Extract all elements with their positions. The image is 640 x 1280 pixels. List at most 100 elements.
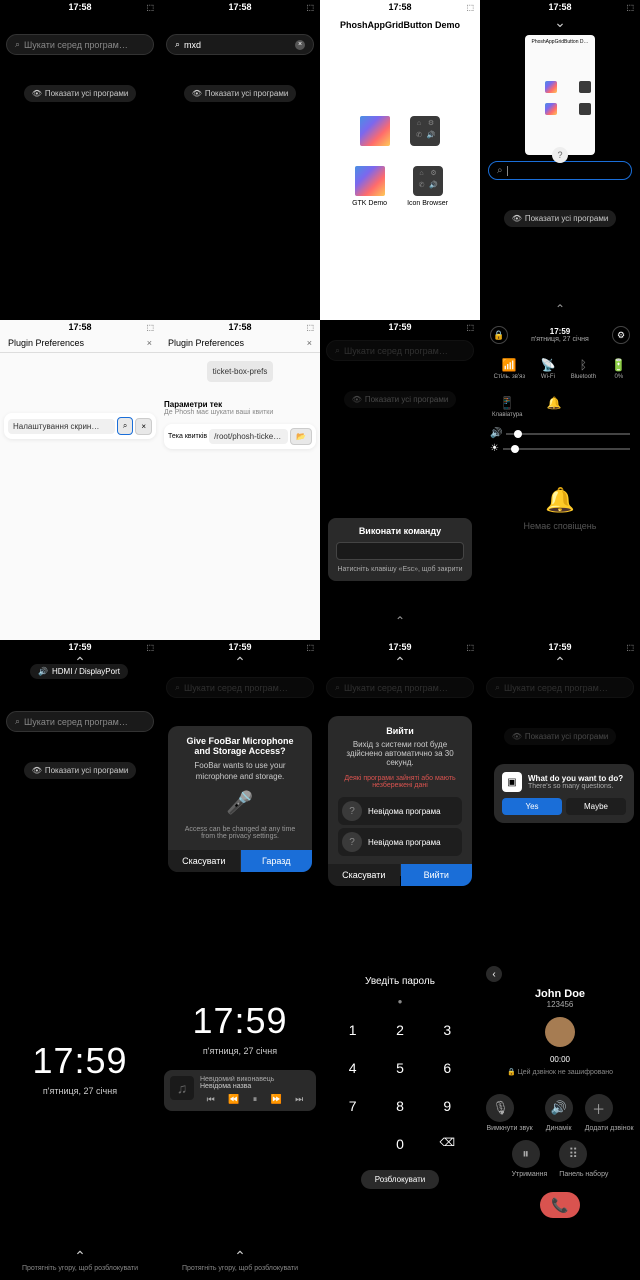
cancel-button[interactable]: Скасувати	[328, 864, 400, 886]
brightness-icon: ☀	[490, 443, 499, 454]
call-screen: ‹ John Doe 123456 00:00 🔒 Цей дзвінок не…	[480, 960, 640, 1280]
speaker-icon: 🔊	[38, 667, 48, 676]
show-all-apps-button[interactable]: 👁Показати усі програми	[504, 210, 617, 227]
caller-name: John Doe	[480, 988, 640, 1000]
speaker-button[interactable]: 🔊	[545, 1094, 573, 1122]
app-row: ?Невідома програма	[338, 797, 462, 825]
app-grid-demo: 17:58⬚ PhoshAppGridButton Demo ⌂⚙✆🔊 GTK …	[320, 0, 480, 320]
dialog-title: Вийти	[338, 726, 462, 736]
app-launcher[interactable]: ⌂⚙✆🔊	[410, 116, 440, 150]
search-button[interactable]: ⌕	[117, 417, 133, 435]
media-widget[interactable]: ♫ Невідомий виконавець Невідома назва ⏮ …	[164, 1070, 316, 1111]
dnd-toggle[interactable]: 🔔	[546, 396, 561, 418]
keypad-6[interactable]: 6	[431, 1056, 464, 1080]
keypad-empty	[336, 1132, 369, 1156]
close-icon[interactable]: ×	[147, 338, 152, 348]
back-button[interactable]: ‹	[486, 966, 502, 982]
yes-button[interactable]: Yes	[502, 798, 562, 815]
bluetooth-toggle[interactable]: ᛒBluetooth	[571, 358, 596, 380]
hold-button[interactable]: ⏸	[512, 1140, 540, 1168]
prev-button[interactable]: ⏮	[207, 1094, 215, 1105]
search-input[interactable]: ⌕ mxd ×	[166, 34, 314, 55]
keypad-7[interactable]: 7	[336, 1094, 369, 1118]
keypad-5[interactable]: 5	[383, 1056, 416, 1080]
notification-shade: 🔒 17:59 п'ятниця, 27 січня ⚙ 📶Стіль. зв'…	[480, 320, 640, 640]
pause-button[interactable]: ⏸	[253, 1094, 258, 1105]
app-icon: ⌂⚙✆🔊	[413, 166, 443, 196]
chevron-down-icon[interactable]: ⌄	[480, 14, 640, 31]
add-call-button[interactable]: ＋	[585, 1094, 613, 1122]
search-input[interactable]: ⌕Шукати серед програм…	[6, 711, 154, 732]
command-input[interactable]	[336, 542, 464, 560]
chevron-up-icon[interactable]: ⌃	[320, 654, 480, 671]
keypad-1[interactable]: 1	[336, 1018, 369, 1042]
eye-icon: 👁	[32, 89, 42, 98]
backspace-button[interactable]: ⌫	[431, 1132, 464, 1156]
brightness-slider[interactable]	[503, 448, 630, 450]
signal-icon: 📶	[494, 358, 525, 372]
keyboard-toggle[interactable]: 📱Клавіатура	[492, 396, 522, 418]
maybe-button[interactable]: Maybe	[566, 798, 626, 815]
next-button[interactable]: ⏭	[295, 1094, 303, 1105]
keypad-9[interactable]: 9	[431, 1094, 464, 1118]
remove-button[interactable]: ×	[135, 418, 152, 435]
dialog-title: Виконати команду	[336, 526, 464, 536]
overview-typed-search: 17:58⬚ ⌕ mxd × 👁Показати усі програми	[160, 0, 320, 320]
forward-button[interactable]: ⏩	[271, 1094, 282, 1105]
show-all-apps-button[interactable]: 👁Показати усі програми	[24, 85, 137, 102]
dialpad-button[interactable]: ⠿	[559, 1140, 587, 1168]
lockscreen-clock: 17:59 п'ятниця, 27 січня ⌃ Протягніть уг…	[0, 960, 160, 1280]
call-duration: 00:00	[480, 1055, 640, 1064]
keypad-3[interactable]: 3	[431, 1018, 464, 1042]
keypad-2[interactable]: 2	[383, 1018, 416, 1042]
search-input[interactable]: ⌕	[488, 161, 632, 180]
keypad-0[interactable]: 0	[383, 1132, 416, 1156]
app-preview[interactable]: PhoshAppGridButton D… ?	[525, 35, 595, 155]
handle-up-icon[interactable]: ⌃	[555, 302, 565, 316]
audio-output-pill[interactable]: 🔊HDMI / DisplayPort	[30, 664, 128, 679]
chevron-up-icon[interactable]: ⌃	[160, 1248, 320, 1265]
chevron-up-icon[interactable]: ⌃	[0, 1248, 160, 1265]
close-icon[interactable]: ×	[307, 338, 312, 348]
clock: 17:59	[160, 1000, 320, 1042]
mute-button[interactable]: 🎙	[486, 1094, 514, 1122]
volume-icon: 🔊	[490, 428, 502, 439]
logout-button[interactable]: Вийти	[401, 864, 473, 886]
rewind-button[interactable]: ⏪	[228, 1094, 239, 1105]
chevron-up-icon[interactable]: ⌃	[160, 654, 320, 671]
app-launcher[interactable]	[360, 116, 390, 150]
status-time: 17:58	[68, 2, 91, 12]
handle-up-icon[interactable]: ⌃	[395, 614, 405, 628]
cellular-toggle[interactable]: 📶Стіль. зв'яз	[494, 358, 525, 380]
keypad-8[interactable]: 8	[383, 1094, 416, 1118]
search-icon: ⌕	[15, 39, 20, 50]
chevron-up-icon[interactable]: ⌃	[480, 654, 640, 671]
run-command-dialog: Виконати команду Натисніть клавішу «Esc»…	[328, 518, 472, 581]
run-command-overlay: 17:59⬚ ⌕Шукати серед програм… 👁Показати …	[320, 320, 480, 640]
music-icon: ♫	[170, 1076, 194, 1100]
show-all-apps-button[interactable]: 👁Показати усі програми	[24, 762, 137, 779]
window-title: PhoshAppGridButton Demo	[320, 14, 480, 36]
open-folder-button[interactable]: 📂	[290, 428, 312, 445]
clear-icon[interactable]: ×	[295, 40, 305, 50]
keypad-4[interactable]: 4	[336, 1056, 369, 1080]
app-launcher[interactable]: GTK Demo	[352, 166, 387, 207]
show-all-apps-button[interactable]: 👁Показати усі програми	[184, 85, 297, 102]
battery-toggle[interactable]: 🔋0%	[611, 358, 626, 380]
window-title: Plugin Preferences	[168, 338, 244, 348]
notification-card-panel: 17:59⬚ ⌃ ⌕Шукати серед програм… 👁Показат…	[480, 640, 640, 960]
folder-path-input[interactable]: /root/phosh-ticket-box	[209, 429, 288, 444]
permission-dialog-panel: 17:59⬚ ⌃ ⌕Шукати серед програм… 👁Показат…	[160, 640, 320, 960]
cancel-button[interactable]: Скасувати	[168, 850, 240, 872]
app-launcher[interactable]: ⌂⚙✆🔊Icon Browser	[407, 166, 448, 207]
lock-button[interactable]: 🔒	[490, 326, 508, 344]
search-input[interactable]: ⌕ Шукати серед програм…	[6, 34, 154, 55]
ticket-box-card[interactable]: ticket-box-prefs	[207, 361, 274, 382]
hangup-button[interactable]: 📞	[540, 1192, 580, 1218]
ok-button[interactable]: Гаразд	[241, 850, 313, 872]
unlock-button[interactable]: Розблокувати	[361, 1170, 440, 1189]
wifi-toggle[interactable]: 📡Wi-Fi	[540, 358, 555, 380]
notification-card[interactable]: ▣ What do you want to do? There's so man…	[494, 764, 634, 823]
settings-button[interactable]: ⚙	[612, 326, 630, 344]
volume-slider[interactable]	[506, 433, 630, 435]
